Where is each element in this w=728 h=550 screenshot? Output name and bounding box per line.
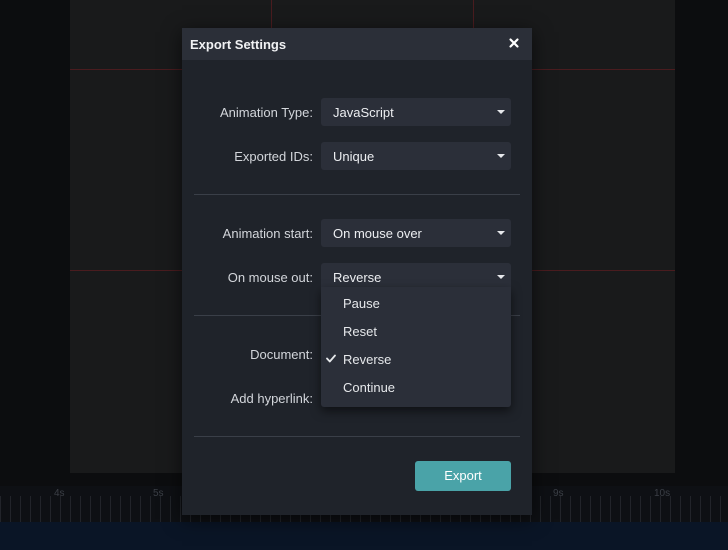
timeline-tick-label: 10s xyxy=(654,488,671,499)
timeline-tick-label: 5s xyxy=(153,488,164,499)
section-divider xyxy=(194,194,520,195)
animation-start-select[interactable]: On mouse over xyxy=(321,219,511,247)
on-mouse-out-label: On mouse out: xyxy=(227,270,313,285)
animation-type-label: Animation Type: xyxy=(220,105,313,120)
menu-item-label: Reverse xyxy=(343,352,392,367)
dialog-header: Export Settings xyxy=(182,28,532,60)
exported-ids-select[interactable]: Unique xyxy=(321,142,511,170)
add-hyperlink-label: Add hyperlink: xyxy=(230,391,313,406)
animation-type-select[interactable]: JavaScript xyxy=(321,98,511,126)
chevron-down-icon xyxy=(497,110,505,114)
chevron-down-icon xyxy=(497,154,505,158)
timeline-track xyxy=(0,522,728,550)
document-label: Document: xyxy=(250,347,313,362)
menu-item-continue[interactable]: Continue xyxy=(321,373,511,401)
animation-start-value: On mouse over xyxy=(333,226,422,241)
menu-item-pause[interactable]: Pause xyxy=(321,289,511,317)
exported-ids-value: Unique xyxy=(333,149,375,164)
chevron-down-icon xyxy=(497,231,505,235)
export-button[interactable]: Export xyxy=(415,461,511,491)
chevron-down-icon xyxy=(497,275,505,279)
timeline-tick-label: 4s xyxy=(54,488,65,499)
timeline-tick-label: 9s xyxy=(553,488,564,499)
dialog-title: Export Settings xyxy=(190,37,287,52)
menu-item-reset[interactable]: Reset xyxy=(321,317,511,345)
animation-start-label: Animation start: xyxy=(222,226,313,241)
animation-type-value: JavaScript xyxy=(333,105,394,120)
menu-item-label: Continue xyxy=(343,380,396,395)
check-icon xyxy=(326,354,336,363)
export-settings-dialog: Export Settings Animation Type: JavaScri… xyxy=(182,28,532,515)
close-icon[interactable] xyxy=(506,35,522,51)
exported-ids-label: Exported IDs: xyxy=(234,149,313,164)
menu-item-label: Reset xyxy=(343,324,377,339)
section-divider xyxy=(194,436,520,437)
on-mouse-out-value: Reverse xyxy=(333,270,382,285)
menu-item-reverse[interactable]: Reverse xyxy=(321,345,511,373)
menu-item-label: Pause xyxy=(343,296,380,311)
on-mouse-out-dropdown-menu: Pause Reset Reverse Continue xyxy=(321,287,511,407)
